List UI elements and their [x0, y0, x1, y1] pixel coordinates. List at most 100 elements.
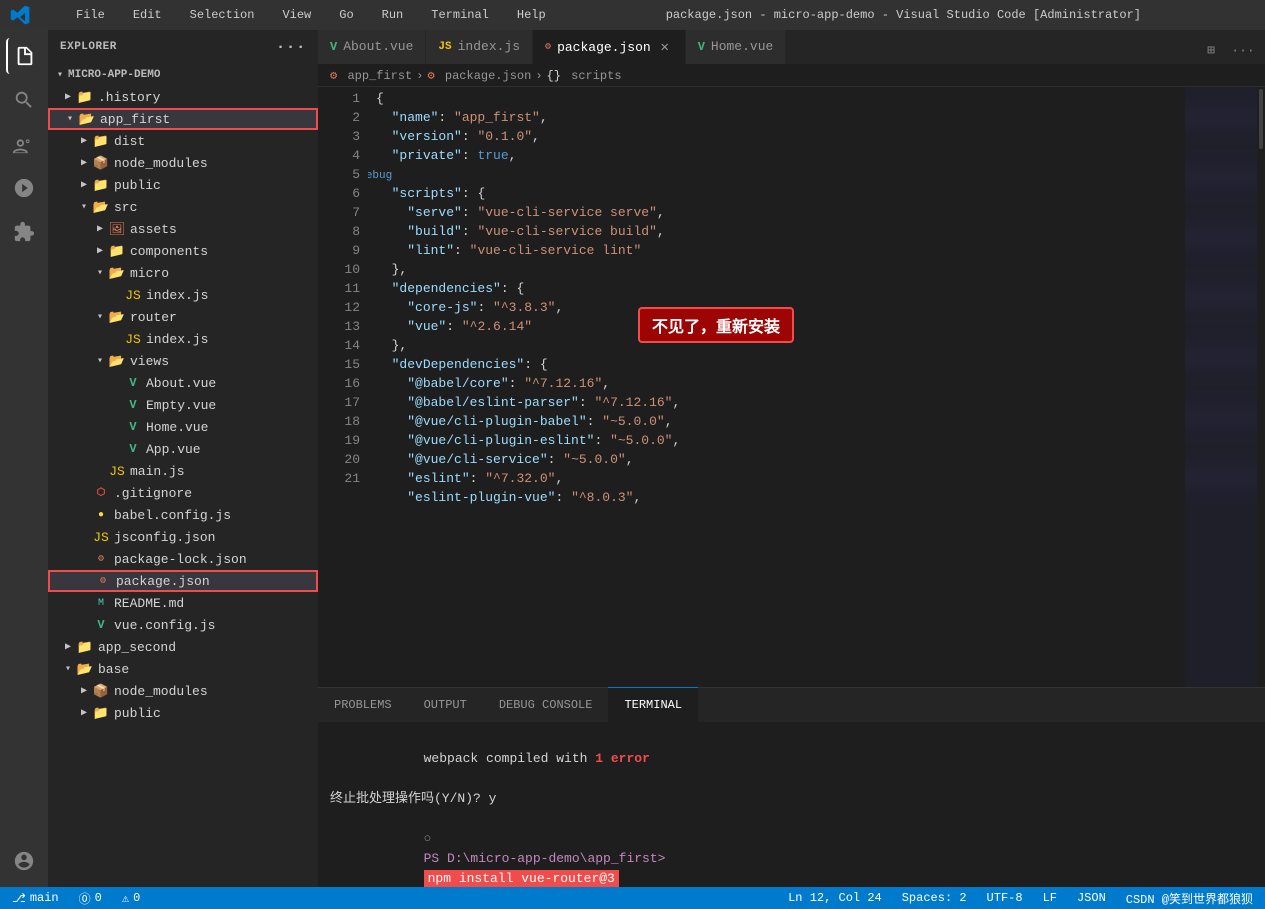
sidebar-item-components[interactable]: ▶ 📁 components [48, 240, 318, 262]
breadcrumb-app-first[interactable]: ⚙ app_first [330, 68, 412, 83]
sidebar-item-app-first[interactable]: ▾ 📂 app_first [48, 108, 318, 130]
components-arrow: ▶ [92, 243, 108, 259]
sidebar-item-gitignore[interactable]: ▶ ⬡ .gitignore [48, 482, 318, 504]
tab-index-js-label: index.js [458, 39, 520, 54]
sidebar-item-package-lock[interactable]: ▶ ⚙ package-lock.json [48, 548, 318, 570]
sidebar-item-views[interactable]: ▾ 📂 views [48, 350, 318, 372]
tab-about-vue[interactable]: V About.vue [318, 30, 426, 64]
menu-file[interactable]: File [70, 6, 111, 24]
tab-package-json[interactable]: ⚙ package.json ✕ [533, 30, 686, 64]
node-modules-icon: 📦 [92, 154, 110, 172]
sidebar-item-router-index[interactable]: ▶ JS index.js [48, 328, 318, 350]
assets-label: assets [130, 222, 310, 237]
readme-label: README.md [114, 596, 310, 611]
dist-label: dist [114, 134, 310, 149]
sidebar-item-assets[interactable]: ▶ 🖼 assets [48, 218, 318, 240]
components-icon: 📁 [108, 242, 126, 260]
line-num-2: 2 [318, 108, 360, 127]
sidebar-item-vue-config[interactable]: ▶ V vue.config.js [48, 614, 318, 636]
minimap-canvas [1185, 87, 1265, 687]
sidebar-item-app-second[interactable]: ▶ 📁 app_second [48, 636, 318, 658]
breadcrumb-package-json[interactable]: ⚙ package.json [427, 68, 531, 83]
sidebar-item-app-vue[interactable]: ▶ V App.vue [48, 438, 318, 460]
sidebar-item-base-public[interactable]: ▶ 📁 public [48, 702, 318, 724]
more-actions-button[interactable]: ··· [1229, 36, 1257, 64]
tab-problems[interactable]: PROBLEMS [318, 687, 408, 722]
tab-terminal[interactable]: TERMINAL [608, 687, 698, 722]
tab-package-json-close[interactable]: ✕ [657, 39, 673, 55]
gitignore-icon: ⬡ [92, 484, 110, 502]
history-folder-icon: 📁 [76, 88, 94, 106]
sidebar-item-src[interactable]: ▾ 📂 src [48, 196, 318, 218]
sidebar-item-micro-index[interactable]: ▶ JS index.js [48, 284, 318, 306]
sidebar-item-jsconfig[interactable]: ▶ JS jsconfig.json [48, 526, 318, 548]
split-editor-button[interactable]: ⊞ [1197, 36, 1225, 64]
scrollbar-thumb[interactable] [1259, 89, 1263, 149]
code-line-7: "build": "vue-cli-service build", [376, 222, 1185, 241]
menu-terminal[interactable]: Terminal [425, 6, 495, 24]
menu-help[interactable]: Help [511, 6, 552, 24]
code-line-2: "name": "app_first", [376, 108, 1185, 127]
window-title: package.json - micro-app-demo - Visual S… [552, 8, 1255, 22]
menu-edit[interactable]: Edit [127, 6, 168, 24]
line-num-8: 8 [318, 222, 360, 241]
scrollbar-track[interactable] [1257, 87, 1265, 687]
terminal-content[interactable]: webpack compiled with 1 error 终止批处理操作吗(Y… [318, 723, 1265, 887]
sidebar-item-empty-vue[interactable]: ▶ V Empty.vue [48, 394, 318, 416]
sidebar-item-babel[interactable]: ▶ ● babel.config.js [48, 504, 318, 526]
tab-index-js[interactable]: JS index.js [426, 30, 533, 64]
sidebar-item-main-js[interactable]: ▶ JS main.js [48, 460, 318, 482]
encoding-text: UTF-8 [987, 891, 1023, 905]
code-line-4: "private": true, [376, 146, 1185, 165]
base-node-modules-icon: 📦 [92, 682, 110, 700]
sidebar-item-micro[interactable]: ▾ 📂 micro [48, 262, 318, 284]
gitignore-label: .gitignore [114, 486, 310, 501]
status-spaces[interactable]: Spaces: 2 [898, 891, 971, 905]
sidebar-item-dist[interactable]: ▶ 📁 dist [48, 130, 318, 152]
status-encoding[interactable]: UTF-8 [983, 891, 1027, 905]
sidebar-item-history[interactable]: ▶ 📁 .history [48, 86, 318, 108]
status-branch[interactable]: ⎇ main [8, 891, 63, 906]
base-public-icon: 📁 [92, 704, 110, 722]
code-content[interactable]: 不见了，重新安装 { "name": "app_first", "version… [368, 87, 1185, 687]
empty-vue-label: Empty.vue [146, 398, 310, 413]
sidebar-item-base-node-modules[interactable]: ▶ 📦 node_modules [48, 680, 318, 702]
status-eol[interactable]: LF [1039, 891, 1061, 905]
tab-output[interactable]: OUTPUT [408, 687, 483, 722]
tab-home-vue[interactable]: V Home.vue [686, 30, 787, 64]
menu-selection[interactable]: Selection [184, 6, 261, 24]
status-warnings[interactable]: ⚠ 0 [118, 891, 144, 906]
sidebar-item-base[interactable]: ▾ 📂 base [48, 658, 318, 680]
tab-bar-actions: ⊞ ··· [1189, 36, 1265, 64]
sidebar-item-node-modules[interactable]: ▶ 📦 node_modules [48, 152, 318, 174]
activity-search[interactable] [6, 82, 42, 118]
code-line-1: { [376, 89, 1185, 108]
activity-extensions[interactable] [6, 214, 42, 250]
status-position[interactable]: Ln 12, Col 24 [784, 891, 886, 905]
app-vue-label: App.vue [146, 442, 310, 457]
sidebar-item-about-vue[interactable]: ▶ V About.vue [48, 372, 318, 394]
menu-run[interactable]: Run [376, 6, 410, 24]
line-num-9: 9 [318, 241, 360, 260]
breadcrumb-scripts[interactable]: {} scripts [547, 69, 622, 83]
sidebar-item-package-json[interactable]: ▶ ⚙ package.json [48, 570, 318, 592]
sidebar-item-readme[interactable]: ▶ M README.md [48, 592, 318, 614]
tab-debug-console[interactable]: DEBUG CONSOLE [483, 687, 609, 722]
menu-go[interactable]: Go [333, 6, 359, 24]
sidebar-more-button[interactable]: ··· [276, 38, 306, 56]
activity-explorer[interactable] [6, 38, 42, 74]
menu-view[interactable]: View [276, 6, 317, 24]
sidebar-item-router[interactable]: ▾ 📂 router [48, 306, 318, 328]
activity-account[interactable] [6, 843, 42, 879]
activity-source-control[interactable] [6, 126, 42, 162]
base-public-arrow: ▶ [76, 705, 92, 721]
sidebar-item-home-vue[interactable]: ▶ V Home.vue [48, 416, 318, 438]
jsconfig-icon: JS [92, 528, 110, 546]
status-language[interactable]: JSON [1073, 891, 1110, 905]
code-line-debug: ▶ Debug [376, 165, 1185, 184]
tree-root[interactable]: ▾ MICRO-APP-DEMO [48, 64, 318, 86]
activity-run[interactable] [6, 170, 42, 206]
base-public-label: public [114, 706, 310, 721]
status-errors[interactable]: ⓪ 0 [75, 890, 106, 907]
sidebar-item-public[interactable]: ▶ 📁 public [48, 174, 318, 196]
